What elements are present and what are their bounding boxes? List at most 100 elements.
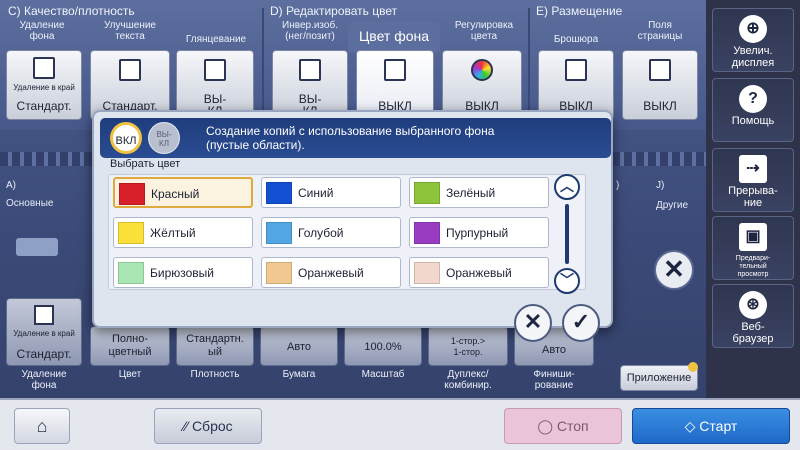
blue-swatch [266, 182, 292, 204]
zoom-display-label: Увелич. дисплея [731, 45, 775, 69]
page-margin-value: ВЫКЛ [643, 99, 677, 113]
zoom-ratio-button[interactable]: 100.0% [344, 326, 422, 366]
background-color-icon [384, 59, 406, 81]
background-removal-button[interactable]: Удаление в край Стандарт. [6, 50, 82, 120]
scroll-up-icon[interactable]: ︿ [554, 174, 580, 200]
color-yellow-label: Жёлтый [150, 226, 196, 240]
tab-j-label: J) [656, 180, 665, 191]
interrupt-label: Прерыва- ние [728, 185, 778, 209]
magenta-swatch [414, 222, 440, 244]
zoom-display-button[interactable]: ⊕ Увелич. дисплея [712, 8, 794, 72]
tab-a-label: A) [6, 180, 16, 191]
color-orange-label: Оранжевый [298, 266, 364, 280]
home-button[interactable]: ⌂ [14, 408, 70, 444]
select-color-label: Выбрать цвет [110, 158, 181, 170]
cancel-button[interactable]: ✕ [514, 304, 552, 342]
web-browser-button[interactable]: ⊛ Веб- браузер [712, 284, 794, 348]
color-light-blue-label: Голубой [298, 226, 344, 240]
start-label: Старт [699, 418, 738, 434]
globe-icon: ⊛ [739, 291, 767, 319]
tab-background-color[interactable]: Цвет фона [348, 22, 440, 52]
color-blue-button[interactable]: Синий [261, 177, 401, 208]
color-orange-button[interactable]: Оранжевый [261, 257, 401, 288]
color-orange-light-button[interactable]: Оранжевый [409, 257, 549, 288]
color-turquoise-button[interactable]: Бирюзовый [113, 257, 253, 288]
interrupt-button[interactable]: ⇢ Прерыва- ние [712, 148, 794, 212]
label-page-margin: Поля страницы [637, 20, 683, 42]
bottom-label-zoom: Масштаб [361, 369, 405, 380]
reset-icon: ⁄⁄ [183, 418, 192, 434]
color-yellow-button[interactable]: Жёлтый [113, 217, 253, 248]
dialog-description: Создание копий с использование выбранног… [206, 124, 495, 152]
orange-swatch [266, 262, 292, 284]
label-booklet: Брошюра [553, 34, 599, 45]
color-red-button[interactable]: Красный [113, 177, 253, 208]
turquoise-swatch [118, 262, 144, 284]
background-removal-value: Стандарт. [16, 99, 72, 113]
background-color-dialog: ВКЛ ВЫ- КЛ Создание копий с использовани… [92, 110, 613, 328]
bottom-label-duplex: Дуплекс/ комбинир. [444, 369, 492, 391]
toggle-on-button[interactable]: ВКЛ [110, 122, 142, 154]
scan-mode-indicator [16, 238, 58, 256]
color-turquoise-label: Бирюзовый [150, 266, 214, 280]
start-button[interactable]: ◇ Старт [632, 408, 790, 444]
ok-button[interactable]: ✓ [562, 304, 600, 342]
label-invert: Инвер.изоб. (нег/позит) [282, 20, 338, 42]
color-red-label: Красный [151, 187, 200, 201]
help-icon: ? [739, 85, 767, 113]
stop-label: Стоп [556, 418, 589, 434]
color-green-label: Зелёный [446, 186, 496, 200]
label-text-enhance: Улучшение текста [104, 20, 156, 42]
bottom-bar: ⌂ ⁄⁄ Сброс ◯ Стоп ◇ Старт [0, 398, 800, 450]
page-margin-button[interactable]: ВЫКЛ [622, 50, 698, 120]
text-enhance-icon [119, 59, 141, 81]
preview-button[interactable]: ▣ Предвари- тельный просмотр [712, 216, 794, 280]
label-gloss: Глянцевание [185, 34, 247, 45]
gloss-icon [204, 59, 226, 81]
bottom-label-background-removal: Удаление фона [21, 369, 67, 391]
scroll-track[interactable] [565, 204, 569, 264]
bottom-label-finishing: Финиши- рование [533, 369, 575, 391]
section-layout-title: E) Размещение [536, 4, 623, 18]
duplex-button[interactable]: 1-стор.> 1-стор. [428, 326, 508, 366]
reset-label: Сброс [191, 418, 233, 434]
color-green-button[interactable]: Зелёный [409, 177, 549, 208]
preview-label: Предвари- тельный просмотр [735, 255, 771, 278]
dialog-header: ВКЛ ВЫ- КЛ Создание копий с использовани… [100, 118, 611, 158]
light-blue-swatch [266, 222, 292, 244]
bottom-label-color: Цвет [118, 369, 142, 380]
preview-icon: ▣ [739, 223, 767, 251]
close-panel-button[interactable]: ✕ [654, 250, 694, 290]
application-button[interactable]: Приложение [620, 365, 698, 391]
scroll-down-icon[interactable]: ﹀ [554, 268, 580, 294]
application-indicator [688, 362, 698, 372]
color-orange-light-label: Оранжевый [446, 266, 512, 280]
page-margin-icon [649, 59, 671, 81]
color-scrollbar[interactable]: ︿ ﹀ [554, 174, 582, 294]
interrupt-icon: ⇢ [739, 155, 767, 183]
zoom-icon: ⊕ [739, 15, 767, 43]
color-magenta-label: Пурпурный [446, 226, 509, 240]
color-wheel-icon [471, 59, 493, 81]
start-icon: ◇ [684, 418, 700, 434]
section-edit-title: D) Редактировать цвет [270, 4, 398, 18]
background-removal-icon [33, 57, 55, 79]
paper-button[interactable]: Авто [260, 326, 338, 366]
bottom-background-removal-button[interactable]: Удаление в край Стандарт. [6, 298, 82, 366]
stop-button[interactable]: ◯ Стоп [504, 408, 622, 444]
help-button[interactable]: ? Помощь [712, 78, 794, 142]
color-magenta-button[interactable]: Пурпурный [409, 217, 549, 248]
bottom-edge-erase-hint: Удаление в край [13, 329, 75, 338]
density-button[interactable]: Стандартн. ый [176, 326, 254, 366]
yellow-swatch [118, 222, 144, 244]
section-divider [262, 8, 264, 120]
section-quality-title: C) Качество/плотность [8, 4, 135, 18]
color-light-blue-button[interactable]: Голубой [261, 217, 401, 248]
tab-basic-label: Основные [6, 198, 54, 209]
booklet-icon [565, 59, 587, 81]
toggle-off-button[interactable]: ВЫ- КЛ [148, 122, 180, 154]
reset-button[interactable]: ⁄⁄ Сброс [154, 408, 262, 444]
bottom-background-removal-value: Стандарт. [16, 347, 72, 361]
color-mode-button[interactable]: Полно- цветный [90, 326, 170, 366]
color-blue-label: Синий [298, 186, 334, 200]
